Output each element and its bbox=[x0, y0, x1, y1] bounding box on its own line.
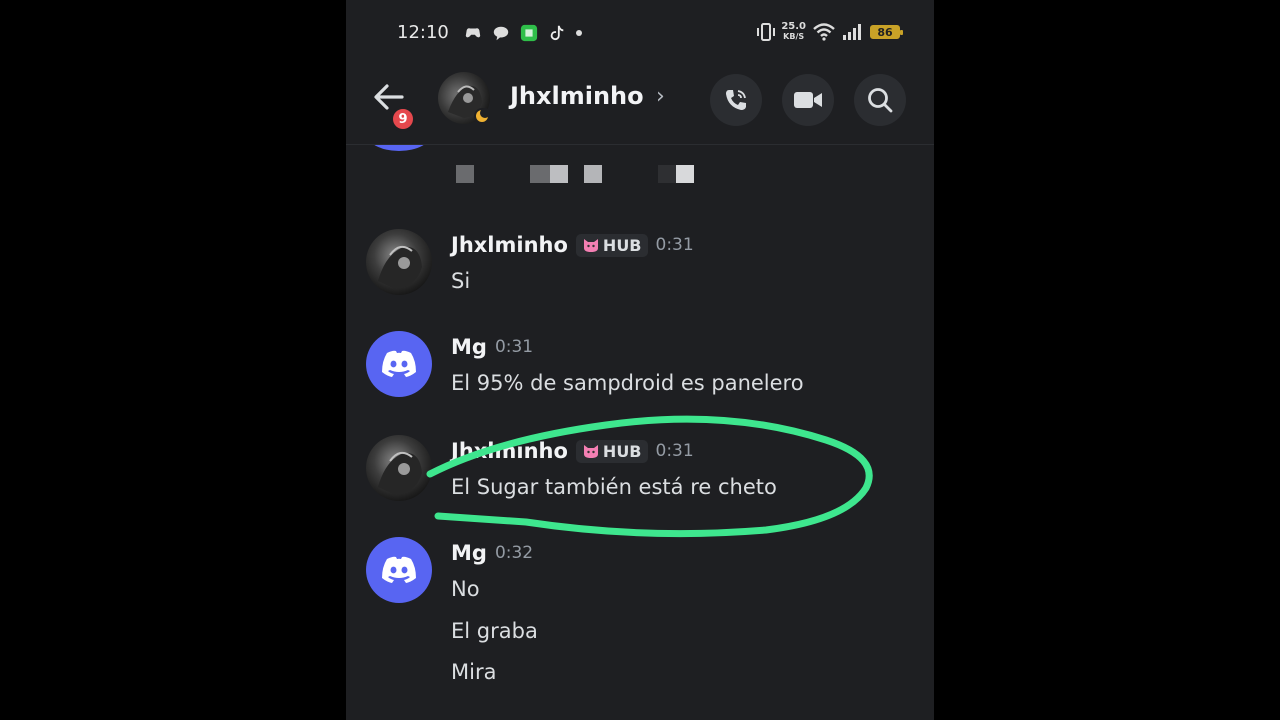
previous-avatar-partial bbox=[366, 145, 432, 151]
pixelated-previous-text bbox=[456, 165, 694, 183]
message-meta: Jhxlminho HUB 0:31 bbox=[451, 439, 694, 463]
timestamp: 0:31 bbox=[494, 337, 534, 357]
tag-label: HUB bbox=[602, 441, 642, 461]
search-icon bbox=[868, 88, 893, 113]
message-text: El graba bbox=[451, 619, 538, 643]
game-controller-icon bbox=[465, 28, 481, 38]
vibrate-icon bbox=[757, 23, 776, 41]
timestamp: 0:31 bbox=[655, 441, 694, 461]
discord-logo-icon bbox=[382, 350, 416, 377]
voice-call-button[interactable] bbox=[710, 74, 762, 126]
avatar[interactable] bbox=[366, 537, 432, 603]
avatar[interactable] bbox=[366, 229, 432, 295]
status-time: 12:10 bbox=[397, 22, 449, 43]
unread-badge: 9 bbox=[390, 106, 416, 132]
avatar[interactable] bbox=[366, 435, 432, 501]
phone-screen: 12:10 25.0 KB/S 86 9 Jhxlminho › Jhxlmin… bbox=[346, 0, 934, 720]
video-call-button[interactable] bbox=[782, 74, 834, 126]
app-green-icon bbox=[520, 24, 538, 42]
speed-value: 25.0 bbox=[781, 21, 806, 32]
speed-unit: KB/S bbox=[783, 32, 805, 41]
username[interactable]: Jhxlminho bbox=[451, 439, 568, 463]
network-speed: 25.0 KB/S bbox=[781, 22, 806, 42]
battery-level: 86 bbox=[877, 25, 893, 39]
message-meta: Mg 0:32 bbox=[451, 541, 533, 565]
contact-name[interactable]: Jhxlminho bbox=[510, 82, 644, 110]
phone-icon bbox=[726, 90, 746, 110]
cat-tag-icon bbox=[583, 239, 598, 252]
message-text: No bbox=[451, 577, 480, 601]
status-right: 25.0 KB/S 86 bbox=[757, 22, 903, 42]
dm-header: 9 Jhxlminho › bbox=[346, 66, 934, 145]
moon-status-icon bbox=[474, 108, 490, 124]
avatar-art bbox=[378, 451, 422, 495]
wifi-icon bbox=[813, 23, 835, 41]
avatar-art bbox=[378, 245, 422, 289]
timestamp: 0:31 bbox=[655, 235, 694, 255]
message-meta: Jhxlminho HUB 0:31 bbox=[451, 233, 694, 257]
message-text: Si bbox=[451, 269, 471, 293]
unread-count: 9 bbox=[398, 111, 408, 127]
cat-tag-icon bbox=[583, 445, 598, 458]
tiktok-icon bbox=[550, 25, 564, 41]
message-meta: Mg 0:31 bbox=[451, 335, 533, 359]
avatar[interactable] bbox=[366, 331, 432, 397]
guild-tag[interactable]: HUB bbox=[575, 439, 648, 463]
message-list[interactable]: Jhxlminho HUB 0:31 Si Mg 0:31 El 95% de … bbox=[346, 145, 934, 720]
notification-icons bbox=[464, 24, 582, 42]
tag-label: HUB bbox=[602, 235, 642, 255]
message-text: El Sugar también está re cheto bbox=[451, 475, 777, 499]
username[interactable]: Jhxlminho bbox=[451, 233, 568, 257]
message-text: Mira bbox=[451, 660, 497, 684]
discord-logo-icon bbox=[382, 556, 416, 583]
signal-icon bbox=[843, 24, 861, 40]
timestamp: 0:32 bbox=[494, 543, 534, 563]
more-notifications-dot bbox=[576, 30, 582, 36]
message-text: El 95% de sampdroid es panelero bbox=[451, 371, 804, 395]
video-icon bbox=[794, 92, 822, 108]
username[interactable]: Mg bbox=[451, 541, 487, 565]
guild-tag[interactable]: HUB bbox=[575, 233, 648, 257]
search-button[interactable] bbox=[854, 74, 906, 126]
username[interactable]: Mg bbox=[451, 335, 487, 359]
battery-icon: 86 bbox=[870, 25, 903, 39]
status-bar: 12:10 25.0 KB/S 86 bbox=[346, 0, 934, 66]
chat-bubble-icon bbox=[493, 26, 509, 41]
chevron-right-icon[interactable]: › bbox=[656, 84, 665, 109]
